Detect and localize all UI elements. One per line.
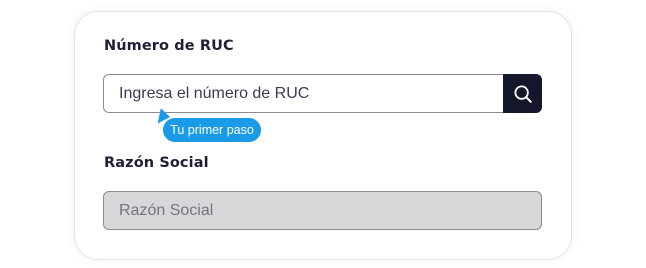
page: Número de RUC Tu primer paso Razón Socia… xyxy=(0,0,646,268)
razon-social-input xyxy=(103,191,542,230)
ruc-label: Número de RUC xyxy=(104,38,234,54)
search-button[interactable] xyxy=(503,74,542,113)
razon-social-label: Razón Social xyxy=(104,155,209,171)
ruc-search-group xyxy=(103,74,542,113)
search-icon xyxy=(513,84,532,103)
first-step-tooltip: Tu primer paso xyxy=(163,118,261,142)
